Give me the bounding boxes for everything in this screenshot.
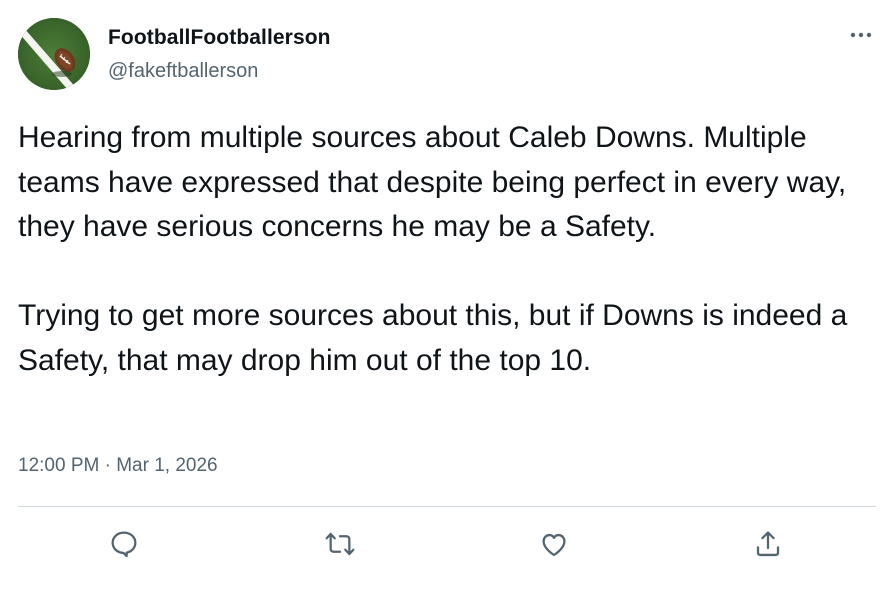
tweet-body: Hearing from multiple sources about Cale… — [18, 116, 878, 383]
reply-icon — [111, 531, 137, 558]
author-avatar[interactable] — [18, 18, 90, 90]
tweet-paragraph: Trying to get more sources about this, b… — [18, 299, 848, 377]
more-icon — [850, 32, 872, 38]
more-options-button[interactable] — [846, 28, 876, 40]
tweet-date[interactable]: Mar 1, 2026 — [116, 455, 217, 476]
retweet-icon — [325, 532, 355, 556]
tweet-meta: 12:00 PM · Mar 1, 2026 — [18, 455, 218, 477]
share-button[interactable] — [750, 526, 786, 562]
like-button[interactable] — [536, 526, 572, 562]
reply-button[interactable] — [106, 526, 142, 562]
tweet-time[interactable]: 12:00 PM — [18, 455, 99, 476]
divider — [18, 506, 876, 507]
tweet-card: FootballFootballerson @fakeftballerson H… — [0, 0, 894, 598]
football-avatar-image — [18, 18, 90, 90]
meta-separator: · — [104, 455, 111, 476]
author-handle[interactable]: @fakeftballerson — [108, 60, 258, 83]
retweet-button[interactable] — [322, 526, 358, 562]
author-name[interactable]: FootballFootballerson — [108, 26, 331, 50]
tweet-paragraph: Hearing from multiple sources about Cale… — [18, 121, 847, 243]
share-icon — [756, 531, 780, 557]
heart-icon — [542, 533, 566, 557]
